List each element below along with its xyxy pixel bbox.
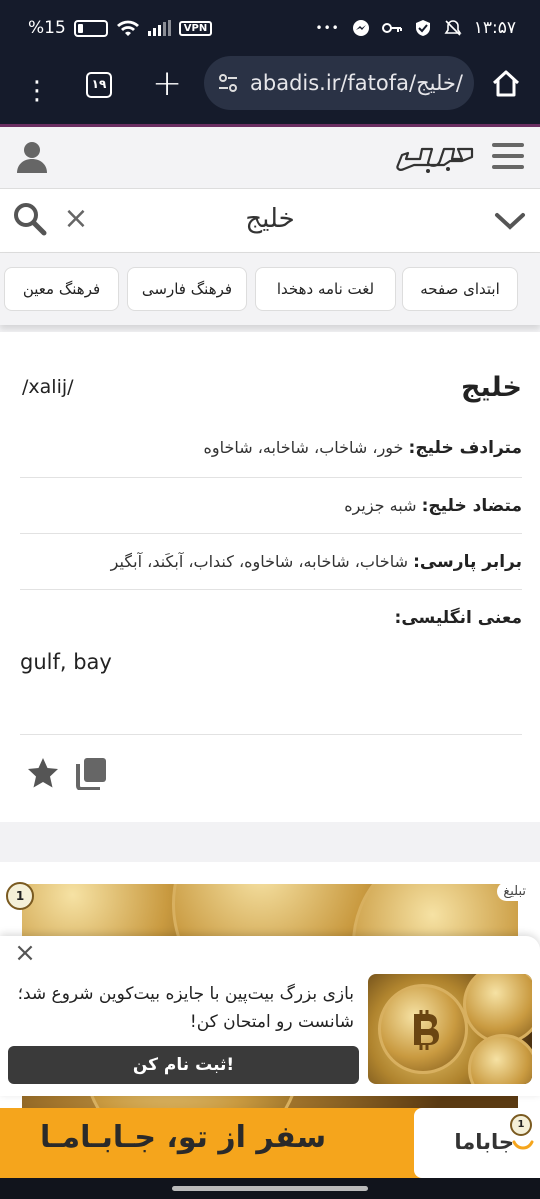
system-nav-bar [0, 1178, 540, 1199]
persian-equivalent-row: برابر پارسی: شاخاب، شاخابه، شاخاوه، کندا… [20, 534, 522, 590]
search-icon[interactable] [12, 201, 48, 237]
bottom-ad-badge: 1 [510, 1114, 532, 1136]
star-icon[interactable] [26, 756, 60, 790]
battery-icon [73, 19, 108, 37]
bottom-ad-slogan: سفر از تو، جـابـامـا [40, 1120, 327, 1155]
synonyms-label: مترادف خلیج: [408, 438, 522, 458]
antonyms-value: شبه جزیره [344, 496, 417, 515]
synonyms-row: مترادف خلیج: خور، شاخاب، شاخابه، شاخاوه [20, 422, 522, 478]
search-bar: خلیج × [0, 189, 540, 253]
user-account-icon[interactable] [14, 139, 50, 175]
copy-icon[interactable] [74, 756, 108, 790]
antonyms-row: متضاد خلیج: شبه جزیره [20, 478, 522, 534]
search-input[interactable]: خلیج [100, 189, 440, 253]
persian-value: شاخاب، شاخابه، شاخاوه، کنداب، آبکَند، آب… [110, 552, 408, 571]
entry-pronunciation: /xalij/ [22, 376, 74, 398]
chevron-down-icon[interactable] [494, 207, 526, 235]
promo-message: بازی بزرگ بیت‌پین با جایزه بیت‌کوین شروع… [17, 984, 354, 1032]
key-icon [381, 23, 402, 33]
persian-label: برابر پارسی: [413, 552, 522, 572]
abadis-logo[interactable] [376, 135, 476, 181]
hamburger-menu-icon[interactable] [492, 143, 524, 171]
bottom-ad-brand-box[interactable]: جاباما 1 [414, 1108, 540, 1178]
home-icon[interactable] [490, 68, 522, 100]
quick-link-dehkhoda[interactable]: لغت نامه دهخدا [255, 267, 396, 311]
more-notifications-icon: ••• [315, 21, 340, 35]
status-right: ••• ۱۳:۵۷ [316, 18, 517, 38]
ad-badge: 1 [6, 882, 34, 910]
promo-popup: × بازی بزرگ بیت‌پین با جایزه بیت‌کوین شر… [0, 936, 540, 1096]
english-value: gulf, bay [20, 650, 112, 674]
address-bar[interactable]: abadis.ir/fatofa/خلیج/ [204, 56, 474, 110]
quick-link-farsi[interactable]: فرهنگ فارسی [127, 267, 247, 311]
browser-menu-icon[interactable]: ⋮ [24, 76, 50, 106]
promo-thumbnail[interactable] [368, 974, 532, 1084]
synonyms-value: خور، شاخاب، شاخابه، شاخاوه [203, 438, 404, 457]
register-button[interactable]: ثبت نام کن! [8, 1046, 359, 1084]
quick-link-moein[interactable]: فرهنگ معین [4, 267, 119, 311]
battery-level: 15 [44, 18, 66, 38]
browser-toolbar: ⋮ ۱۹ + abadis.ir/fatofa/خلیج/ [0, 56, 540, 124]
new-tab-icon[interactable]: + [152, 66, 182, 102]
smile-logo-icon [512, 1140, 534, 1150]
signal-icon [147, 20, 171, 36]
vpn-badge: VPN [178, 20, 213, 36]
clock: ۱۳:۵۷ [473, 18, 516, 38]
english-meaning-row: معنی انگلیسی: [20, 590, 522, 640]
quick-link-top[interactable]: ابتدای صفحه [402, 267, 518, 311]
entry-card: خلیج /xalij/ مترادف خلیج: خور، شاخاب، شا… [0, 332, 540, 822]
status-left: % 15 VPN [28, 18, 213, 38]
close-icon[interactable]: × [14, 940, 36, 966]
tab-switcher-button[interactable]: ۱۹ [86, 72, 112, 98]
status-bar: % 15 VPN ••• ۱۳:۵۷ [0, 0, 540, 60]
mute-bell-icon [444, 20, 462, 36]
site-settings-icon[interactable] [218, 74, 238, 92]
home-gesture-handle[interactable] [172, 1186, 368, 1191]
url-text: abadis.ir/fatofa/خلیج/ [250, 71, 463, 95]
entry-word: خلیج [461, 372, 522, 403]
site-header [0, 127, 540, 189]
clear-search-icon[interactable]: × [62, 204, 90, 234]
divider [20, 734, 522, 735]
antonyms-label: متضاد خلیج: [421, 496, 522, 516]
messenger-icon [352, 20, 369, 36]
shield-check-icon [415, 20, 430, 36]
wifi-icon [116, 20, 139, 36]
bottom-ad-banner[interactable]: سفر از تو، جـابـامـا جاباما 1 [0, 1108, 540, 1178]
battery-percent-sign: % [28, 18, 45, 38]
bottom-ad-brand: جاباما [454, 1130, 514, 1154]
bitcoin-icon [414, 1010, 439, 1050]
ad-label: تبلیغ [497, 882, 532, 901]
quick-links-bar: ابتدای صفحه لغت نامه دهخدا فرهنگ فارسی ف… [0, 253, 540, 325]
english-label: معنی انگلیسی: [394, 608, 522, 628]
